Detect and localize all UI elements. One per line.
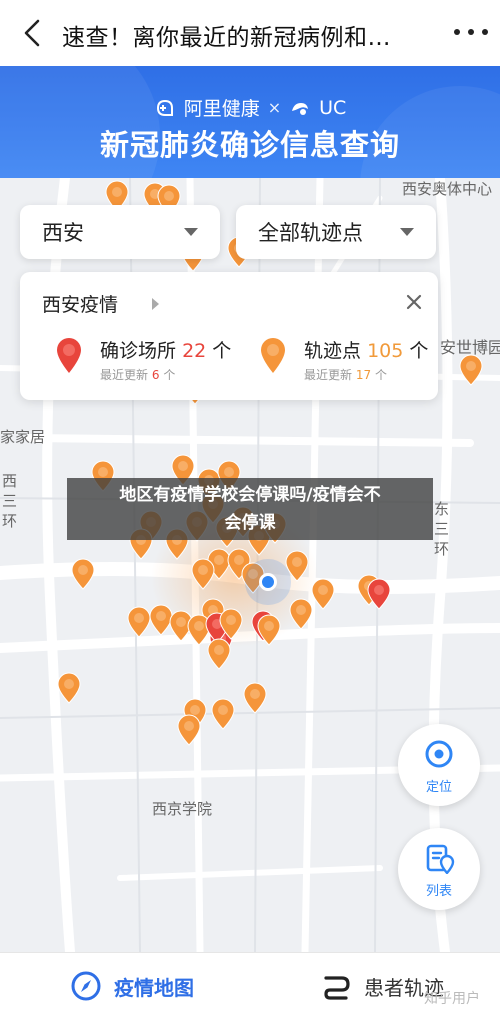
caption-line-1: 地区有疫情学校会停课吗/疫情会不 bbox=[119, 485, 381, 505]
bottom-tab-bar: 疫情地图 患者轨迹 bbox=[0, 952, 500, 1018]
close-icon[interactable] bbox=[404, 292, 424, 312]
track-updated: 最近更新 17 个 bbox=[304, 366, 387, 383]
confirmed-updated: 最近更新 6 个 bbox=[100, 366, 175, 383]
updated-unit: 个 bbox=[374, 368, 387, 382]
red-pin-icon bbox=[57, 338, 81, 373]
uc-logo-icon bbox=[292, 102, 309, 115]
map-label: 三 bbox=[2, 492, 18, 510]
confirmed-count: 22 bbox=[182, 340, 207, 362]
updated-count: 6 bbox=[151, 368, 160, 382]
city-dropdown[interactable]: 西安 bbox=[20, 205, 220, 259]
dot bbox=[482, 29, 488, 35]
page-title: 速查！离你最近的新冠病例和… bbox=[62, 25, 391, 51]
track-count: 105 bbox=[367, 340, 404, 362]
info-card: 西安疫情 确诊场所 22 个 最近更新 6 个 轨迹点 105 个 最近更新 1… bbox=[20, 272, 438, 400]
top-nav-bar: 速查！离你最近的新冠病例和… bbox=[0, 0, 500, 66]
map-label: 环 bbox=[434, 540, 450, 558]
scope-dropdown-value: 全部轨迹点 bbox=[258, 221, 363, 245]
track-pin-icon[interactable] bbox=[210, 698, 236, 730]
dot bbox=[468, 29, 474, 35]
map-label: 三 bbox=[434, 520, 450, 538]
updated-label: 最近更新 bbox=[304, 368, 353, 382]
track-pin-icon[interactable] bbox=[284, 550, 310, 582]
track-pin-icon[interactable] bbox=[256, 614, 282, 646]
track-pin-icon[interactable] bbox=[458, 354, 484, 386]
map-label: 西京学院 bbox=[152, 800, 213, 818]
updated-count: 17 bbox=[355, 368, 372, 382]
track-label: 轨迹点 bbox=[304, 340, 362, 362]
tab-label: 疫情地图 bbox=[114, 975, 194, 1000]
card-title[interactable]: 西安疫情 bbox=[42, 290, 118, 317]
brand-row: 阿里健康 × UC bbox=[0, 94, 500, 121]
more-dots-icon[interactable] bbox=[454, 22, 488, 42]
track-pin-icon[interactable] bbox=[56, 672, 82, 704]
orange-pin-icon bbox=[261, 338, 285, 373]
compass-icon bbox=[71, 971, 101, 1001]
map-label: 东 bbox=[434, 500, 450, 518]
map-label: 西 bbox=[2, 472, 18, 490]
track-stat: 轨迹点 105 个 最近更新 17 个 bbox=[258, 334, 438, 384]
locate-label: 定位 bbox=[425, 780, 452, 795]
dot bbox=[454, 29, 460, 35]
confirmed-pin-icon[interactable] bbox=[366, 578, 392, 610]
track-pin-icon[interactable] bbox=[288, 598, 314, 630]
watermark: 知乎用户 bbox=[424, 991, 480, 1007]
map-label: 西安奥体中心 bbox=[402, 180, 493, 198]
track-line: 轨迹点 105 个 bbox=[304, 336, 428, 363]
updated-unit: 个 bbox=[163, 368, 176, 382]
confirmed-stat: 确诊场所 22 个 最近更新 6 个 bbox=[54, 334, 254, 384]
chevron-left-icon[interactable] bbox=[18, 17, 48, 49]
scope-dropdown[interactable]: 全部轨迹点 bbox=[236, 205, 436, 259]
brand-alihealth: 阿里健康 bbox=[183, 98, 260, 120]
track-path-icon bbox=[324, 976, 350, 1000]
alihealth-logo-icon bbox=[156, 99, 173, 116]
map-label: 环 bbox=[2, 512, 18, 530]
locate-icon bbox=[425, 740, 453, 768]
banner: 阿里健康 × UC 新冠肺炎确诊信息查询 bbox=[0, 66, 500, 178]
brand-separator: × bbox=[267, 98, 282, 117]
track-pin-icon[interactable] bbox=[176, 714, 202, 746]
list-button[interactable]: 列表 bbox=[398, 828, 480, 910]
track-pin-icon[interactable] bbox=[242, 682, 268, 714]
track-pin-icon[interactable] bbox=[206, 638, 232, 670]
tab-patient-track[interactable]: 患者轨迹 bbox=[320, 953, 444, 1018]
track-pin-icon[interactable] bbox=[70, 558, 96, 590]
caret-down-icon bbox=[400, 228, 414, 236]
updated-label: 最近更新 bbox=[100, 368, 149, 382]
caption-line-2: 会停课 bbox=[224, 513, 276, 533]
map-label: 家家居 bbox=[0, 428, 46, 446]
confirmed-label: 确诊场所 bbox=[100, 340, 177, 362]
brand-uc: UC bbox=[319, 96, 347, 119]
confirmed-line: 确诊场所 22 个 bbox=[100, 336, 231, 363]
tab-epidemic-map[interactable]: 疫情地图 bbox=[70, 953, 194, 1018]
locate-button[interactable]: 定位 bbox=[398, 724, 480, 806]
caret-right-icon[interactable] bbox=[152, 298, 159, 310]
track-pin-icon[interactable] bbox=[218, 608, 244, 640]
list-label: 列表 bbox=[425, 884, 452, 899]
banner-title: 新冠肺炎确诊信息查询 bbox=[99, 128, 400, 162]
confirmed-unit: 个 bbox=[212, 340, 232, 362]
caret-down-icon bbox=[184, 228, 198, 236]
caption-overlay: 地区有疫情学校会停课吗/疫情会不 会停课 bbox=[67, 478, 433, 540]
track-unit: 个 bbox=[409, 340, 429, 362]
city-dropdown-value: 西安 bbox=[42, 221, 84, 245]
list-icon bbox=[426, 844, 455, 874]
track-pin-icon[interactable] bbox=[190, 558, 216, 590]
current-location-dot bbox=[259, 573, 277, 591]
